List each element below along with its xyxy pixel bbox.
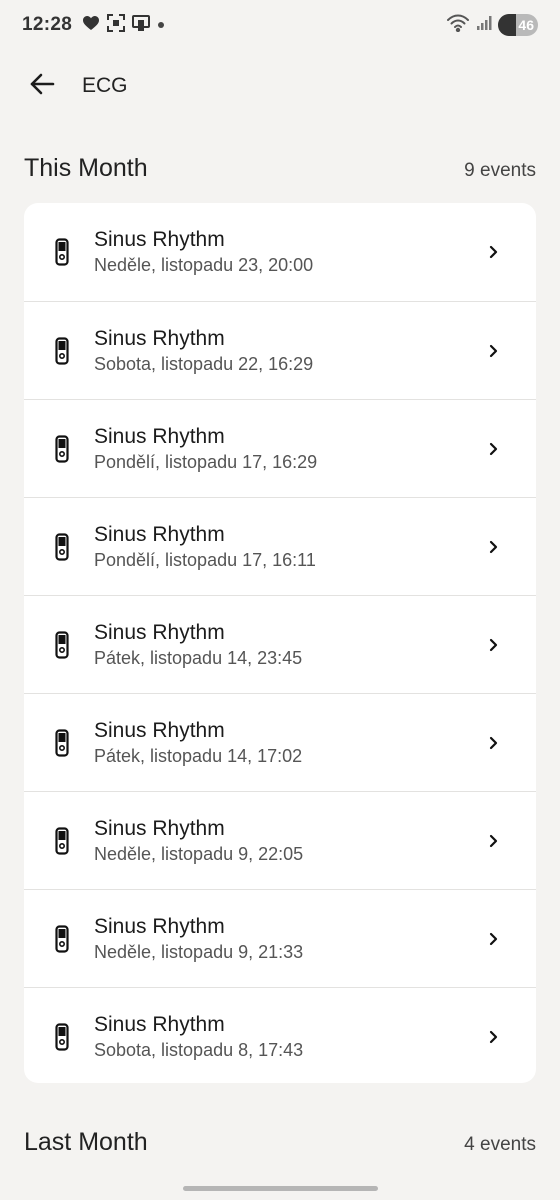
list-item[interactable]: Sinus Rhythm Pondělí, listopadu 17, 16:2… (24, 399, 536, 497)
watch-icon (52, 434, 72, 464)
back-button[interactable] (26, 70, 58, 102)
page-title: ECG (82, 74, 128, 97)
dot-icon (157, 16, 165, 34)
watch-icon (52, 1022, 72, 1052)
event-date: Neděle, listopadu 9, 21:33 (94, 941, 304, 962)
watch-icon (52, 532, 72, 562)
event-date: Neděle, listopadu 9, 22:05 (94, 843, 304, 864)
list-item[interactable]: Sinus Rhythm Pondělí, listopadu 17, 16:1… (24, 497, 536, 595)
list-item[interactable]: Sinus Rhythm Neděle, listopadu 23, 20:00 (24, 203, 536, 301)
event-date: Pondělí, listopadu 17, 16:29 (94, 451, 318, 472)
list-item[interactable]: Sinus Rhythm Neděle, listopadu 9, 21:33 (24, 889, 536, 987)
chevron-right-icon (478, 638, 508, 652)
chevron-right-icon (478, 344, 508, 358)
section-count: 4 events (464, 1134, 536, 1155)
status-icons-right: 46 (446, 14, 538, 37)
event-date: Sobota, listopadu 8, 17:43 (94, 1039, 304, 1060)
watch-icon (52, 237, 72, 267)
watch-icon (52, 826, 72, 856)
section-header-this-month: This Month 9 events (24, 154, 536, 183)
event-date: Pondělí, listopadu 17, 16:11 (94, 549, 316, 570)
battery-level: 46 (518, 17, 534, 33)
chevron-right-icon (478, 932, 508, 946)
event-date: Pátek, listopadu 14, 23:45 (94, 647, 303, 668)
watch-icon (52, 630, 72, 660)
watch-icon (52, 728, 72, 758)
event-title: Sinus Rhythm (94, 228, 225, 251)
battery-fill (498, 14, 516, 36)
scan-icon (107, 13, 126, 37)
heart-icon (82, 15, 100, 36)
signal-icon (476, 15, 492, 36)
app-bar: ECG (0, 50, 560, 122)
section-header-last-month: Last Month 4 events (24, 1128, 536, 1157)
event-title: Sinus Rhythm (94, 424, 225, 448)
status-time: 12:28 (22, 14, 73, 35)
chevron-right-icon (478, 540, 508, 554)
list-item[interactable]: Sinus Rhythm Neděle, listopadu 9, 22:05 (24, 791, 536, 889)
event-title: Sinus Rhythm (94, 522, 225, 546)
event-title: Sinus Rhythm (94, 620, 225, 644)
event-title: Sinus Rhythm (94, 816, 225, 840)
event-title: Sinus Rhythm (94, 718, 225, 742)
list-item[interactable]: Sinus Rhythm Pátek, listopadu 14, 17:02 (24, 693, 536, 791)
chevron-right-icon (478, 834, 508, 848)
watch-icon (52, 924, 72, 954)
section-title: This Month (24, 154, 148, 182)
battery-icon: 46 (498, 14, 538, 36)
arrow-left-icon (28, 72, 56, 101)
status-icons-left (82, 13, 165, 37)
event-title: Sinus Rhythm (94, 1012, 225, 1036)
event-date: Pátek, listopadu 14, 17:02 (94, 745, 303, 766)
chevron-right-icon (478, 736, 508, 750)
status-bar: 12:28 46 (0, 0, 560, 50)
section-title: Last Month (24, 1128, 148, 1156)
list-item[interactable]: Sinus Rhythm Sobota, listopadu 22, 16:29 (24, 301, 536, 399)
section-count: 9 events (464, 160, 536, 181)
chevron-right-icon (478, 245, 508, 259)
cast-icon (132, 14, 151, 37)
home-indicator[interactable] (183, 1186, 378, 1191)
wifi-icon (446, 14, 470, 37)
event-date: Neděle, listopadu 23, 20:00 (94, 255, 314, 275)
chevron-right-icon (478, 442, 508, 456)
list-item[interactable]: Sinus Rhythm Pátek, listopadu 14, 23:45 (24, 595, 536, 693)
event-date: Sobota, listopadu 22, 16:29 (94, 353, 314, 374)
list-item[interactable]: Sinus Rhythm Sobota, listopadu 8, 17:43 (24, 987, 536, 1083)
chevron-right-icon (478, 1030, 508, 1044)
events-card: Sinus Rhythm Neděle, listopadu 23, 20:00… (24, 203, 536, 1083)
watch-icon (52, 336, 72, 366)
event-title: Sinus Rhythm (94, 914, 225, 938)
event-title: Sinus Rhythm (94, 326, 225, 350)
